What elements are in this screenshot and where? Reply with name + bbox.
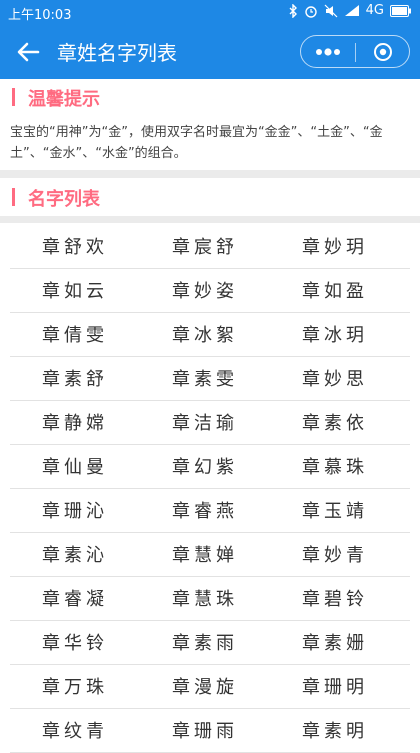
section-divider <box>0 216 420 223</box>
name-item[interactable]: 章冰絮 <box>172 321 238 347</box>
names-list: 章舒欢 章宸舒 章妙玥 章如云 章妙姿 章如盈 章倩雯 章冰絮 章冰玥 章素舒 … <box>0 225 420 753</box>
name-item[interactable]: 章万珠 <box>42 673 108 699</box>
name-row: 章静嫦 章洁瑜 章素依 <box>10 401 410 445</box>
nav-bar: 章姓名字列表 <box>0 24 420 79</box>
name-item[interactable]: 章华铃 <box>42 629 108 655</box>
name-row: 章如云 章妙姿 章如盈 <box>10 269 410 313</box>
name-item[interactable]: 章珊沁 <box>42 497 108 523</box>
status-time: 上午10:03 <box>8 8 72 23</box>
more-button[interactable] <box>301 36 355 67</box>
name-row: 章素舒 章素雯 章妙思 <box>10 357 410 401</box>
close-circle-icon <box>374 42 392 61</box>
name-item[interactable]: 章玉靖 <box>302 497 368 523</box>
close-button[interactable] <box>356 36 410 67</box>
bluetooth-icon <box>289 3 297 18</box>
signal-icon <box>344 5 359 16</box>
name-item[interactable]: 章素雯 <box>172 365 238 391</box>
name-item[interactable]: 章慕珠 <box>302 453 368 479</box>
name-item[interactable]: 章素沁 <box>42 541 108 567</box>
name-row: 章华铃 章素雨 章素姗 <box>10 621 410 665</box>
name-row: 章纹青 章珊雨 章素明 <box>10 709 410 753</box>
back-button[interactable] <box>14 38 42 66</box>
battery-icon <box>390 4 411 17</box>
name-item[interactable]: 章素雨 <box>172 629 238 655</box>
name-item[interactable]: 章睿凝 <box>42 585 108 611</box>
name-item[interactable]: 章妙思 <box>302 365 368 391</box>
name-item[interactable]: 章宸舒 <box>172 233 238 259</box>
name-item[interactable]: 章妙玥 <box>302 233 368 259</box>
names-section-header: 名字列表 <box>0 180 420 214</box>
mute-icon <box>324 4 338 17</box>
name-row: 章仙曼 章幻紫 章慕珠 <box>10 445 410 489</box>
name-item[interactable]: 章幻紫 <box>172 453 238 479</box>
page-title: 章姓名字列表 <box>57 41 177 65</box>
name-item[interactable]: 章碧铃 <box>302 585 368 611</box>
name-item[interactable]: 章素姗 <box>302 629 368 655</box>
name-row: 章珊沁 章睿燕 章玉靖 <box>10 489 410 533</box>
name-row: 章睿凝 章慧珠 章碧铃 <box>10 577 410 621</box>
name-item[interactable]: 章如盈 <box>302 277 368 303</box>
tip-text: 宝宝的“用神”为“金”，使用双字名时最宜为“金金”、“土金”、“金土”、“金水”… <box>10 125 383 161</box>
name-item[interactable]: 章舒欢 <box>42 233 108 259</box>
name-item[interactable]: 章素依 <box>302 409 368 435</box>
name-item[interactable]: 章睿燕 <box>172 497 238 523</box>
section-divider <box>0 170 420 178</box>
name-item[interactable]: 章慧珠 <box>172 585 238 611</box>
name-item[interactable]: 章珊明 <box>302 673 368 699</box>
tip-section-header: 温馨提示 <box>0 80 420 114</box>
name-item[interactable]: 章如云 <box>42 277 108 303</box>
alarm-icon <box>304 5 317 18</box>
tip-title: 温馨提示 <box>28 89 100 110</box>
names-title: 名字列表 <box>28 189 100 210</box>
name-item[interactable]: 章漫旋 <box>172 673 238 699</box>
name-item[interactable]: 章纹青 <box>42 717 108 743</box>
back-arrow-icon <box>17 42 40 62</box>
name-item[interactable]: 章素舒 <box>42 365 108 391</box>
name-item[interactable]: 章慧婵 <box>172 541 238 567</box>
name-item[interactable]: 章素明 <box>302 717 368 743</box>
name-row: 章倩雯 章冰絮 章冰玥 <box>10 313 410 357</box>
tip-accent-bar <box>12 88 15 106</box>
name-item[interactable]: 章冰玥 <box>302 321 368 347</box>
name-item[interactable]: 章倩雯 <box>42 321 108 347</box>
more-dots-icon <box>316 47 340 56</box>
network-type: 4G <box>365 3 384 18</box>
status-bar: 上午10:03 4G <box>0 0 420 24</box>
name-item[interactable]: 章洁瑜 <box>172 409 238 435</box>
name-item[interactable]: 章珊雨 <box>172 717 238 743</box>
name-item[interactable]: 章静嫦 <box>42 409 108 435</box>
miniprogram-capsule <box>300 35 410 68</box>
names-accent-bar <box>12 188 15 206</box>
status-icons: 4G <box>288 3 412 18</box>
name-item[interactable]: 章仙曼 <box>42 453 108 479</box>
name-row: 章舒欢 章宸舒 章妙玥 <box>10 225 410 269</box>
name-row: 章万珠 章漫旋 章珊明 <box>10 665 410 709</box>
name-item[interactable]: 章妙姿 <box>172 277 238 303</box>
name-row: 章素沁 章慧婵 章妙青 <box>10 533 410 577</box>
name-item[interactable]: 章妙青 <box>302 541 368 567</box>
